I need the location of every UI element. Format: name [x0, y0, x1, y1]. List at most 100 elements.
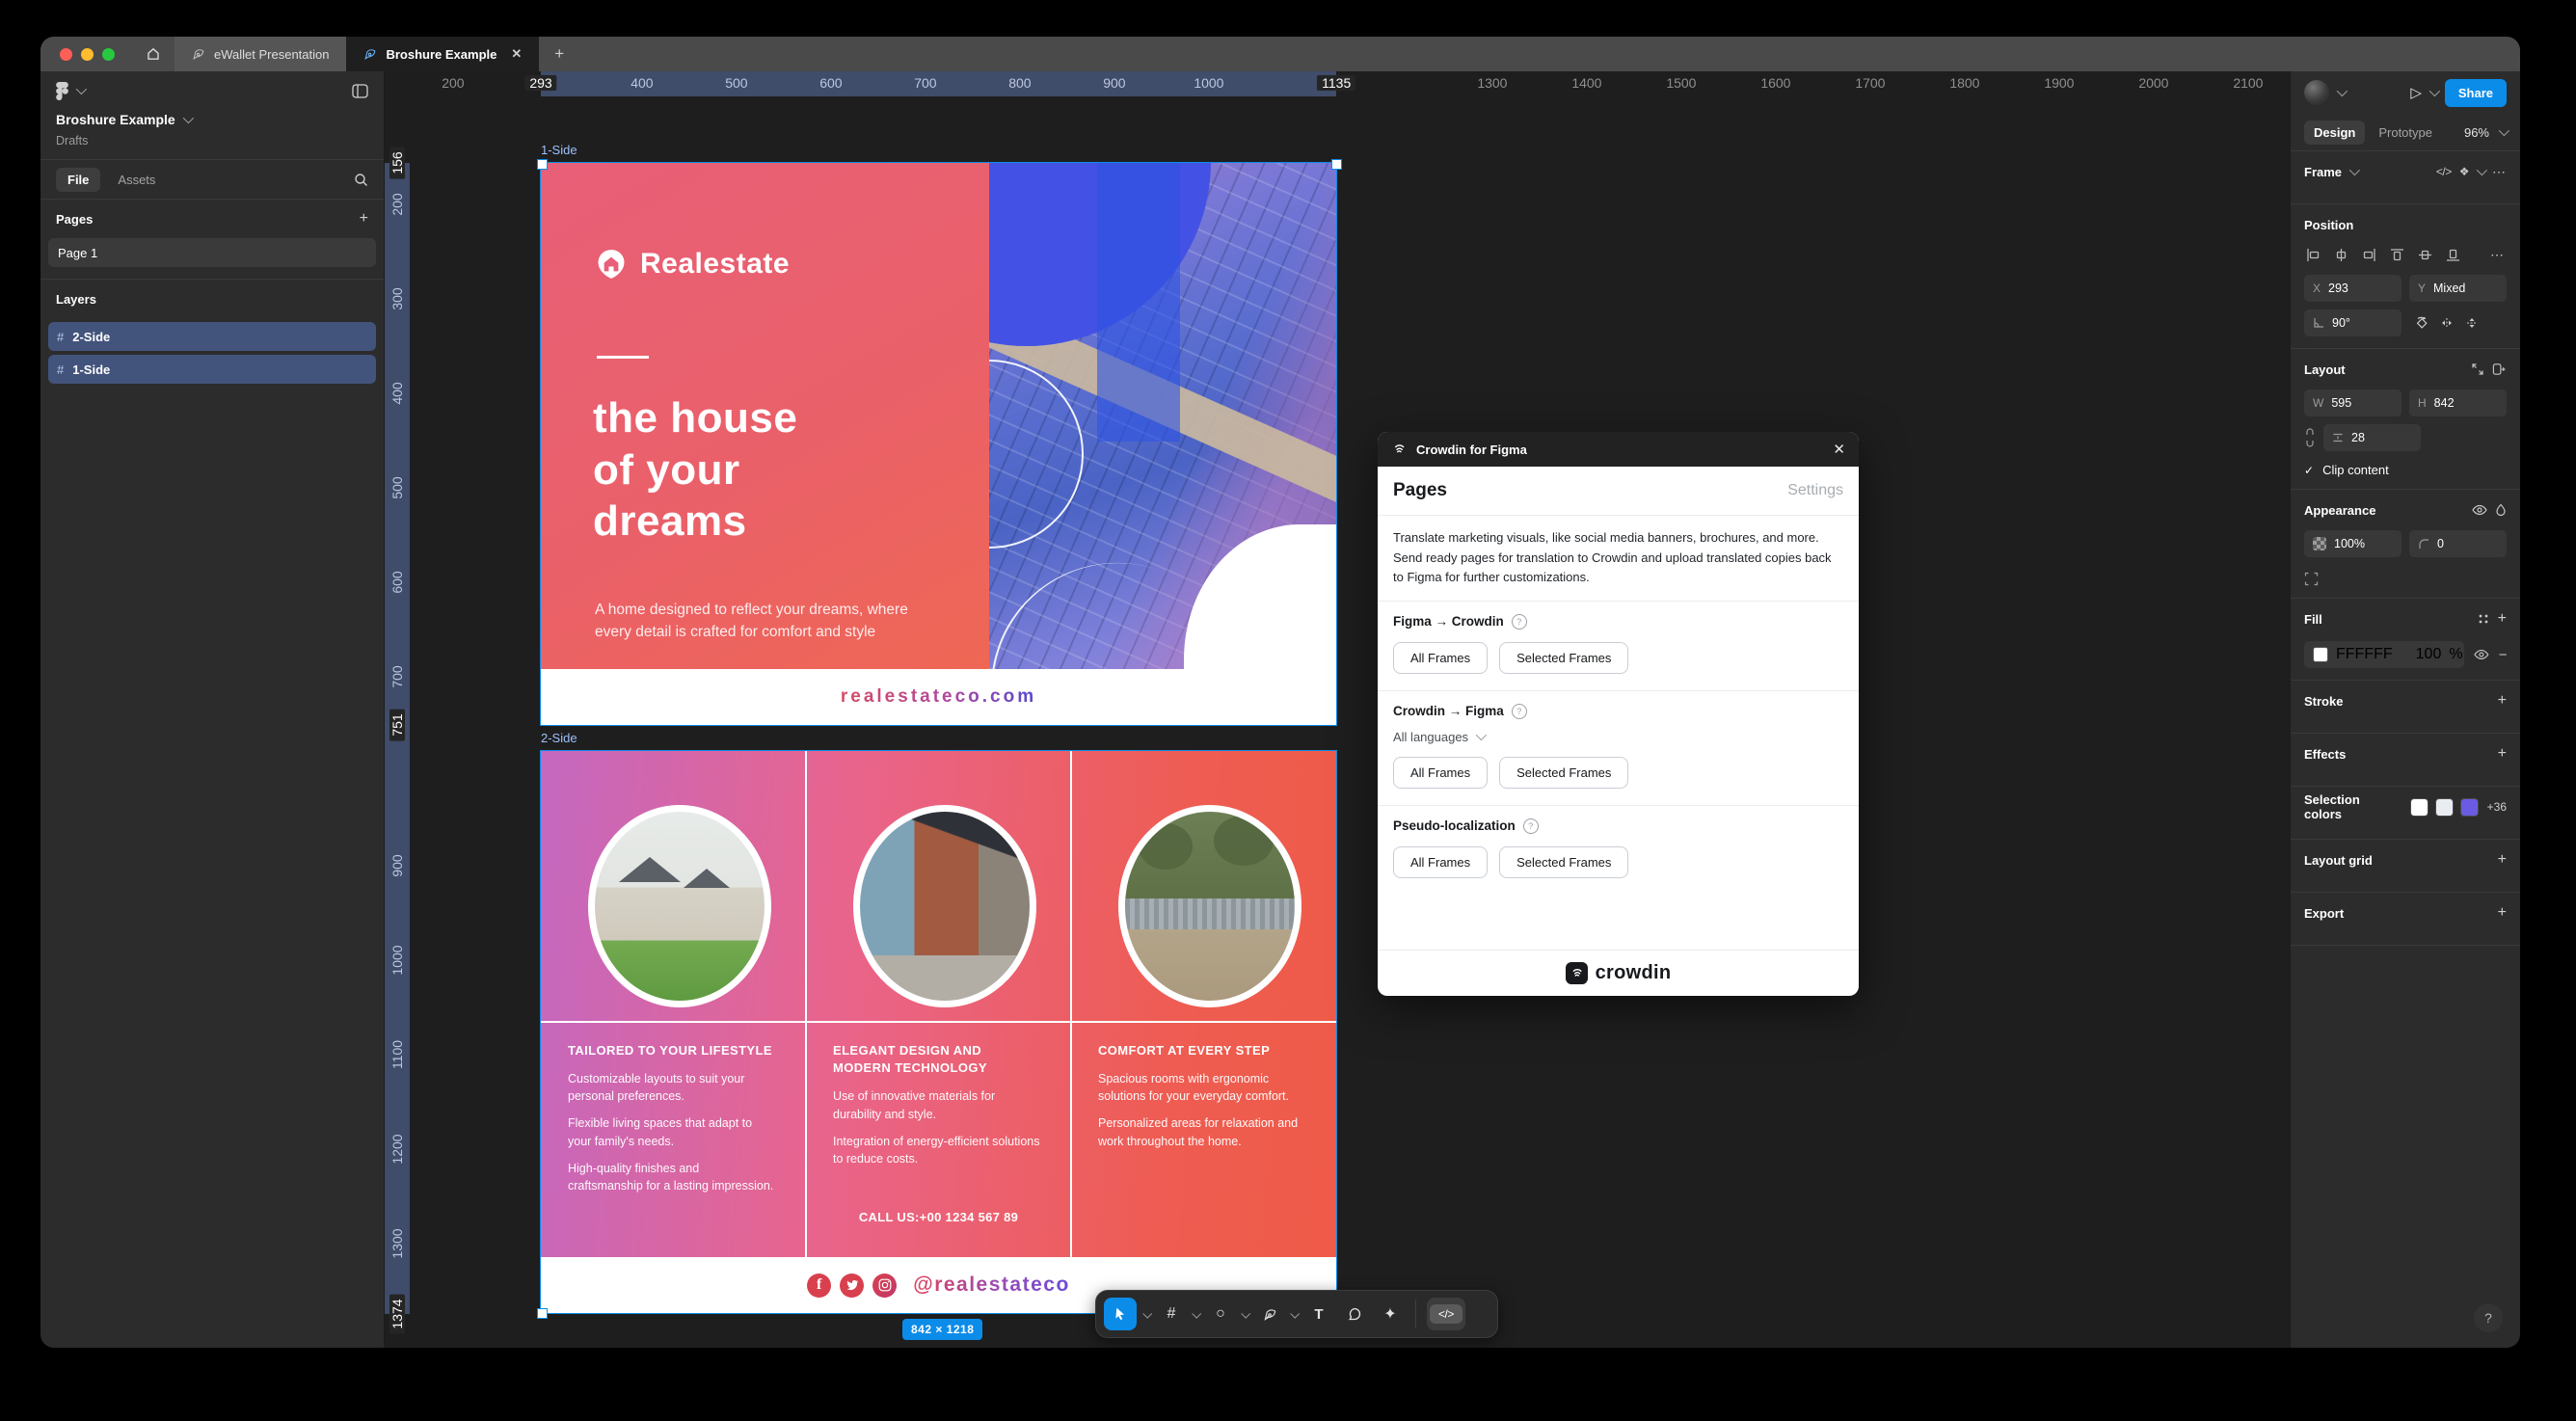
actions-tool-button[interactable]: ✦: [1376, 1300, 1405, 1328]
user-avatar[interactable]: [2304, 80, 2329, 105]
add-page-button[interactable]: +: [360, 210, 368, 228]
remove-fill-icon[interactable]: −: [2499, 647, 2508, 663]
color-swatch[interactable]: [2434, 797, 2454, 817]
home-button[interactable]: [132, 37, 174, 71]
move-tool-button[interactable]: [1104, 1298, 1137, 1330]
color-swatch[interactable]: [2409, 797, 2428, 817]
chevron-down-icon[interactable]: [2498, 124, 2510, 137]
corner-radius-field[interactable]: 0: [2409, 530, 2507, 557]
tab-ewallet-presentation[interactable]: eWallet Presentation: [174, 37, 347, 71]
component-icon[interactable]: ❖: [2459, 165, 2470, 178]
dialog-nav-settings[interactable]: Settings: [1787, 482, 1843, 499]
comment-tool-button[interactable]: [1340, 1300, 1369, 1328]
canvas[interactable]: 200 293 400 500 600 700 800 900 1000 1135 1300 1400…: [385, 71, 2290, 1348]
shape-tool-button[interactable]: ○: [1206, 1300, 1235, 1328]
file-location[interactable]: Drafts: [56, 134, 368, 147]
all-frames-button[interactable]: All Frames: [1393, 845, 1489, 878]
fill-color-swatch[interactable]: [2313, 647, 2328, 662]
help-button[interactable]: ?: [2474, 1303, 2503, 1332]
layer-item-1-side[interactable]: # 1-Side: [48, 355, 376, 384]
width-field[interactable]: W 595: [2304, 389, 2402, 416]
align-bottom-icon[interactable]: [2446, 248, 2460, 262]
new-tab-button[interactable]: +: [539, 37, 579, 71]
frame-1-side[interactable]: Realestate the house of your dreams A ho…: [540, 162, 1337, 726]
frame-2-side[interactable]: TAILORED TO YOUR LIFESTYLE Customizable …: [540, 750, 1337, 1314]
selected-frames-button[interactable]: Selected Frames: [1499, 756, 1629, 789]
all-frames-button[interactable]: All Frames: [1393, 641, 1489, 674]
collapse-panel-icon[interactable]: [352, 83, 368, 98]
tab-prototype[interactable]: Prototype: [2369, 121, 2442, 145]
flip-vertical-icon[interactable]: [2465, 316, 2479, 330]
selected-frames-button[interactable]: Selected Frames: [1499, 845, 1629, 878]
close-window-button[interactable]: [60, 47, 72, 61]
zoom-level[interactable]: 96%: [2464, 125, 2489, 140]
dialog-header[interactable]: Crowdin for Figma ✕: [1378, 432, 1859, 467]
text-tool-button[interactable]: T: [1304, 1300, 1333, 1328]
resize-to-fit-icon[interactable]: [2471, 362, 2484, 376]
chevron-down-icon[interactable]: [2348, 164, 2361, 176]
align-h-center-icon[interactable]: [2334, 248, 2348, 262]
frame-tool-button[interactable]: #: [1157, 1300, 1186, 1328]
close-icon[interactable]: ✕: [1833, 441, 1845, 458]
y-position-field[interactable]: Y Mixed: [2409, 275, 2507, 302]
fullscreen-window-button[interactable]: [102, 47, 115, 61]
chevron-down-icon[interactable]: [1142, 1308, 1153, 1319]
selection-handle[interactable]: [537, 159, 548, 170]
align-left-icon[interactable]: [2306, 248, 2321, 262]
selection-handle[interactable]: [537, 1308, 548, 1319]
clip-content-checkbox[interactable]: ✓ Clip content: [2304, 463, 2507, 477]
eye-icon[interactable]: [2474, 649, 2489, 660]
gap-field[interactable]: 28: [2323, 424, 2421, 451]
eye-icon[interactable]: [2472, 504, 2487, 516]
sidebar-tab-assets[interactable]: Assets: [106, 168, 167, 192]
help-icon[interactable]: ?: [1511, 703, 1527, 719]
add-stroke-button[interactable]: +: [2498, 692, 2507, 710]
selection-type-label[interactable]: Frame: [2304, 165, 2342, 179]
rotate-icon[interactable]: [2415, 316, 2428, 330]
independent-corners-icon[interactable]: [2304, 572, 2319, 586]
more-colors-count[interactable]: +36: [2487, 800, 2507, 814]
pen-tool-button[interactable]: [1255, 1300, 1284, 1328]
styles-icon[interactable]: [2477, 612, 2490, 626]
language-filter-dropdown[interactable]: All languages: [1393, 730, 1843, 744]
chevron-down-icon[interactable]: [1290, 1308, 1301, 1319]
constrain-proportions-icon[interactable]: [2304, 427, 2316, 448]
height-field[interactable]: H 842: [2409, 389, 2507, 416]
help-icon[interactable]: ?: [1522, 818, 1539, 834]
dialog-nav-pages[interactable]: Pages: [1393, 480, 1447, 501]
sidebar-tab-file[interactable]: File: [56, 167, 101, 192]
page-item-page-1[interactable]: Page 1: [48, 238, 376, 267]
align-v-center-icon[interactable]: [2418, 248, 2432, 262]
more-options-icon[interactable]: ⋯: [2490, 247, 2505, 263]
chevron-down-icon[interactable]: [2428, 85, 2440, 97]
x-position-field[interactable]: X 293: [2304, 275, 2402, 302]
present-button[interactable]: ▷: [2410, 84, 2422, 101]
close-tab-icon[interactable]: ✕: [511, 46, 522, 62]
flip-horizontal-icon[interactable]: [2440, 316, 2454, 330]
figma-menu-icon[interactable]: [56, 81, 68, 100]
color-swatch[interactable]: [2459, 797, 2479, 817]
all-frames-button[interactable]: All Frames: [1393, 756, 1489, 789]
align-right-icon[interactable]: [2362, 248, 2376, 262]
search-icon[interactable]: [354, 173, 368, 187]
align-top-icon[interactable]: [2390, 248, 2404, 262]
blend-mode-icon[interactable]: [2495, 503, 2507, 517]
share-button[interactable]: Share: [2444, 78, 2507, 107]
opacity-field[interactable]: 100%: [2304, 530, 2402, 557]
add-layout-grid-button[interactable]: +: [2498, 851, 2507, 869]
chevron-down-icon[interactable]: [1192, 1308, 1202, 1319]
chevron-down-icon[interactable]: [2336, 85, 2348, 97]
more-options-icon[interactable]: ⋯: [2492, 164, 2507, 180]
frame-label-2-side[interactable]: 2-Side: [541, 731, 577, 745]
help-icon[interactable]: ?: [1511, 613, 1527, 630]
tab-broshure-example[interactable]: Broshure Example ✕: [346, 37, 540, 71]
tab-design[interactable]: Design: [2304, 120, 2366, 145]
dev-mode-toggle[interactable]: </>: [1427, 1298, 1465, 1330]
selected-frames-button[interactable]: Selected Frames: [1499, 641, 1629, 674]
minimize-window-button[interactable]: [81, 47, 94, 61]
fill-color-field[interactable]: FFFFFF 100 %: [2304, 641, 2464, 668]
add-effect-button[interactable]: +: [2498, 745, 2507, 763]
chevron-down-icon[interactable]: [1241, 1308, 1251, 1319]
add-auto-layout-icon[interactable]: [2492, 362, 2507, 376]
add-export-button[interactable]: +: [2498, 904, 2507, 922]
